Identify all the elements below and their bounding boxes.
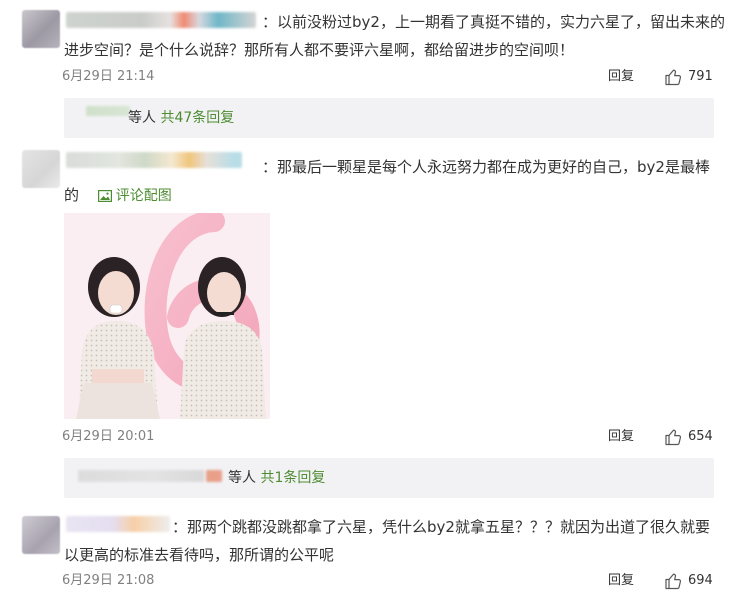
reply-button[interactable]: 回复 [608, 572, 634, 590]
thumbs-up-icon [665, 573, 682, 590]
like-button[interactable]: 694 [664, 572, 713, 590]
comment-text: ：那两个跳都没跳都拿了六星，凭什么by2就拿五星？？？就因为出道了很久就要 [172, 518, 710, 536]
comment-text-line2: 以更高的标准去看待吗，那所谓的公平呢 [64, 546, 335, 564]
username-redacted[interactable] [66, 516, 170, 532]
comment-item: ：那两个跳都没跳都拿了六星，凭什么by2就拿五星？？？就因为出道了很久就要 以更… [0, 0, 731, 600]
timestamp: 6月29日 21:08 [62, 573, 155, 588]
avatar[interactable] [22, 516, 60, 554]
like-count: 694 [688, 573, 713, 588]
